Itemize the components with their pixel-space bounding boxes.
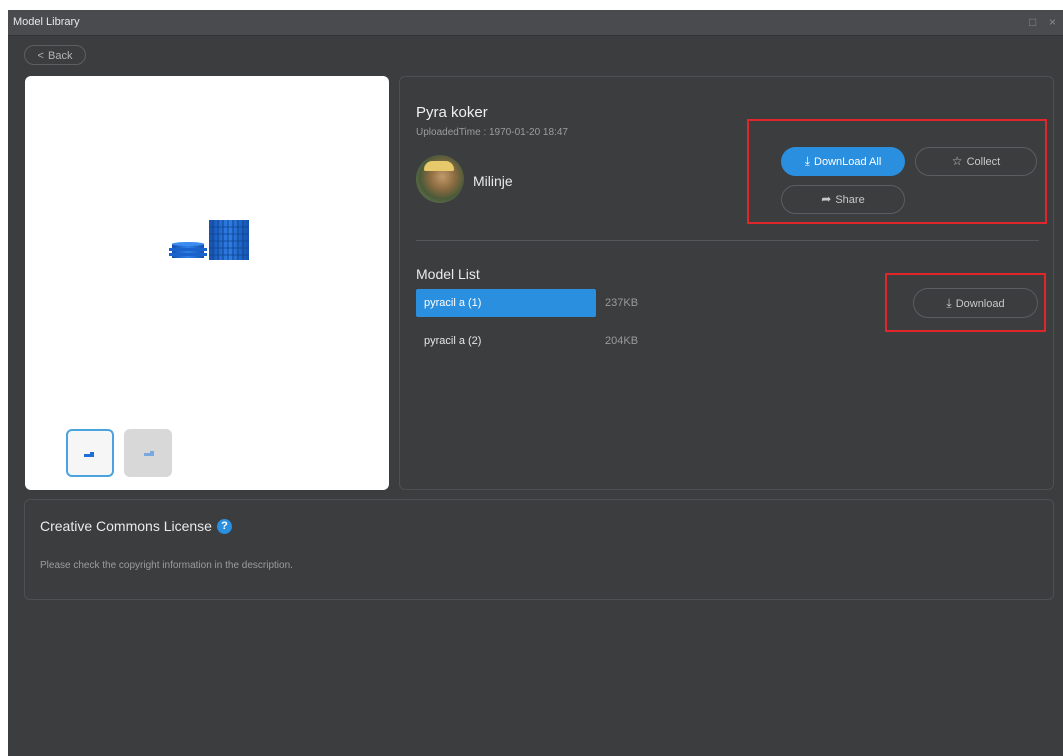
license-title: Creative Commons License — [40, 518, 212, 534]
window-title: Model Library — [13, 16, 80, 28]
share-button[interactable]: ➦ Share — [781, 185, 905, 214]
download-button[interactable]: ⤓ Download — [913, 288, 1038, 318]
back-label: Back — [47, 50, 73, 62]
thumbnail-model-icon — [90, 452, 94, 457]
download-icon: ⤓ — [946, 296, 952, 310]
back-button[interactable]: < Back — [24, 45, 86, 65]
download-all-button[interactable]: ⤓ DownLoad All — [781, 147, 905, 176]
model-file-name: pyracil a (2) — [424, 335, 482, 347]
maximize-icon[interactable]: □ — [1029, 15, 1036, 29]
collect-button[interactable]: ☆ Collect — [915, 147, 1037, 176]
author-name[interactable]: Milinje — [473, 173, 513, 189]
model-file-size: 237KB — [605, 297, 639, 309]
collect-label: Collect — [966, 156, 1001, 168]
model-info-panel: Pyra koker UploadedTime : 1970-01-20 18:… — [399, 76, 1054, 490]
uploaded-time: UploadedTime : 1970-01-20 18:47 — [416, 127, 568, 138]
model-list-title: Model List — [416, 266, 480, 282]
thumbnail-2[interactable] — [124, 429, 172, 477]
download-icon: ⤓ — [804, 154, 811, 168]
share-icon: ➦ — [821, 192, 832, 206]
download-label: Download — [955, 298, 1005, 310]
download-all-label: DownLoad All — [814, 156, 882, 168]
star-icon: ☆ — [951, 154, 963, 168]
thumbnail-model-icon — [150, 451, 154, 456]
tall-cylinder-shape — [209, 220, 249, 260]
model-render — [169, 220, 249, 260]
avatar-hat-shape — [424, 161, 454, 171]
short-ring-shape — [169, 242, 207, 258]
title-bar: Model Library □ × — [8, 10, 1063, 36]
model-title: Pyra koker — [416, 104, 488, 121]
license-description: Please check the copyright information i… — [40, 560, 293, 571]
model-file-name: pyracil a (1) — [424, 297, 482, 309]
license-panel: Creative Commons License ? Please check … — [24, 499, 1054, 600]
model-library-window: Model Library □ × < Back Pyra koker Uplo… — [8, 10, 1063, 756]
chevron-left-icon: < — [37, 50, 44, 62]
model-preview[interactable] — [25, 76, 389, 490]
list-item-model-1[interactable]: pyracil a (1) — [416, 289, 596, 317]
avatar[interactable] — [416, 155, 464, 203]
thumbnail-1[interactable] — [66, 429, 114, 477]
list-item-model-2[interactable]: pyracil a (2) — [416, 327, 596, 355]
close-icon[interactable]: × — [1049, 15, 1056, 29]
help-icon[interactable]: ? — [217, 519, 232, 534]
model-file-size: 204KB — [605, 335, 639, 347]
share-label: Share — [835, 194, 865, 206]
divider — [416, 240, 1039, 241]
